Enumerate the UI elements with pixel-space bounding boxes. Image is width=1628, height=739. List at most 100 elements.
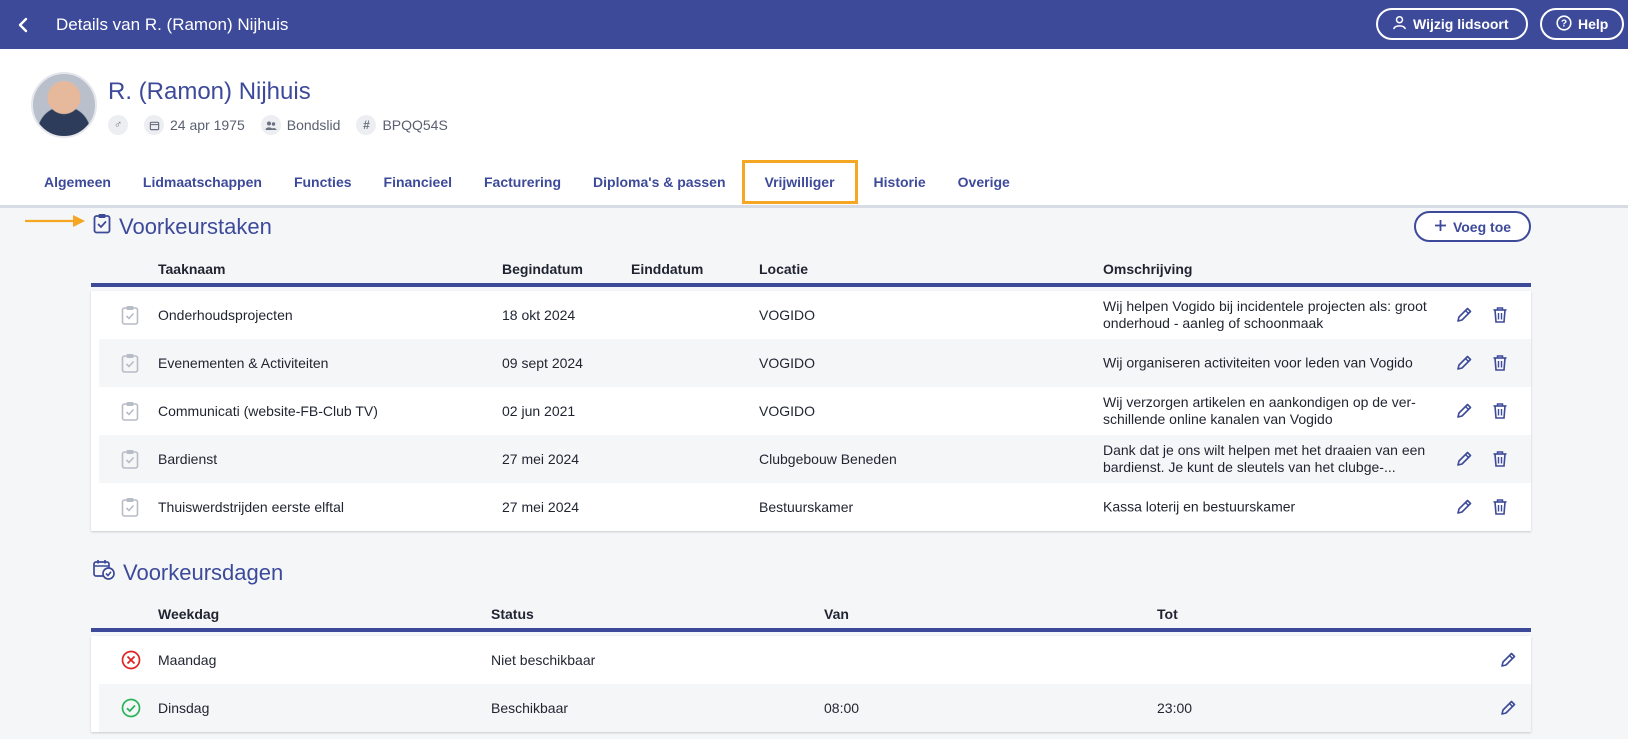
task-name: Bardienst	[158, 451, 218, 467]
clipboard-check-icon	[121, 353, 139, 373]
task-name: Onderhoudsprojecten	[158, 307, 293, 323]
check-circle-icon	[121, 698, 141, 718]
tab-bar: Algemeen Lidmaatschappen Functies Financ…	[28, 160, 1026, 206]
change-membership-button[interactable]: Wijzig lidsoort	[1376, 8, 1528, 40]
tab-financieel[interactable]: Financieel	[368, 162, 468, 202]
table-row: Thuiswerdstrijden eerste elftal 27 mei 20…	[91, 483, 1531, 531]
tasks-table: Onderhoudsprojecten 18 okt 2024 VOGIDO Wij …	[91, 291, 1531, 531]
delete-trash-icon[interactable]	[1490, 497, 1510, 517]
tab-facturering[interactable]: Facturering	[468, 162, 577, 202]
task-name: Thuiswerdstrijden eerste elftal	[158, 499, 344, 515]
col-taaknaam: Taaknaam	[158, 261, 226, 277]
task-description: Kassa loterij en bestuurskamer	[1103, 498, 1296, 515]
annotation-arrow-icon	[25, 215, 85, 227]
delete-trash-icon[interactable]	[1490, 449, 1510, 469]
clipboard-check-icon	[121, 305, 139, 325]
gender: ♂	[108, 115, 128, 135]
task-name: Evenementen & Activiteiten	[158, 355, 329, 371]
delete-trash-icon[interactable]	[1490, 401, 1510, 421]
task-name: Communicati (website-FB-Club TV)	[158, 403, 378, 419]
day-status: Niet beschikbaar	[491, 652, 596, 668]
days-section-title: Voorkeursdagen	[93, 559, 283, 586]
edit-pencil-icon[interactable]	[1454, 353, 1474, 373]
task-start-date: 27 mei 2024	[502, 451, 580, 467]
task-location: Bestuurskamer	[759, 499, 854, 515]
col-omschrijving: Omschrijving	[1103, 261, 1193, 277]
tab-overige[interactable]: Overige	[942, 162, 1026, 202]
membership-value: Bondslid	[286, 117, 341, 133]
task-description: Wij helpen Vogido bij incidentele projec…	[1103, 298, 1427, 331]
clipboard-check-icon	[121, 401, 139, 421]
plus-icon	[1434, 219, 1447, 235]
day-weekday: Dinsdag	[158, 700, 210, 716]
day-weekday: Maandag	[158, 652, 217, 668]
tab-lidmaatschappen[interactable]: Lidmaatschappen	[127, 162, 278, 202]
edit-pencil-icon[interactable]	[1454, 305, 1474, 325]
change-membership-label: Wijzig lidsoort	[1413, 16, 1509, 32]
col-locatie: Locatie	[759, 261, 809, 277]
tasks-table-header: Taaknaam Begindatum Einddatum Locatie Om…	[91, 249, 1531, 287]
task-description: Wij organiseren activiteiten voor leden …	[1103, 354, 1413, 371]
calendar-icon	[144, 115, 164, 135]
calendar-check-icon	[93, 559, 115, 586]
col-begindatum: Begindatum	[502, 261, 583, 277]
edit-pencil-icon[interactable]	[1454, 401, 1474, 421]
edit-pencil-icon[interactable]	[1454, 497, 1474, 517]
days-title: Voorkeursdagen	[123, 559, 284, 585]
page-title: Details van R. (Ramon) Nijhuis	[56, 14, 289, 34]
member-code-value: BPQQ54S	[382, 117, 448, 133]
profile-name: R. (Ramon) Nijhuis	[108, 78, 311, 105]
table-row: Maandag Niet beschikbaar	[91, 636, 1531, 684]
tab-diplomas-passen[interactable]: Diploma's & passen	[577, 162, 741, 202]
edit-pencil-icon[interactable]	[1498, 698, 1518, 718]
edit-pencil-icon[interactable]	[1454, 449, 1474, 469]
avatar	[31, 72, 97, 138]
table-row: Onderhoudsprojecten 18 okt 2024 VOGIDO Wij …	[91, 291, 1531, 339]
edit-pencil-icon[interactable]	[1498, 650, 1518, 670]
tasks-title: Voorkeurstaken	[119, 213, 272, 239]
col-van: Van	[824, 606, 849, 622]
day-from: 08:00	[824, 700, 860, 716]
task-location: VOGIDO	[759, 307, 816, 323]
member-code: # BPQQ54S	[356, 115, 448, 135]
task-start-date: 18 okt 2024	[502, 307, 576, 323]
task-start-date: 27 mei 2024	[502, 499, 580, 515]
task-start-date: 09 sept 2024	[502, 355, 583, 371]
top-bar: Details van R. (Ramon) Nijhuis Wijzig li…	[0, 0, 1628, 49]
task-description: Wij verzorgen artikelen en aankondigen o…	[1103, 394, 1416, 427]
back-arrow-icon[interactable]	[14, 16, 32, 34]
tasks-section-title: Voorkeurstaken	[93, 213, 272, 240]
delete-trash-icon[interactable]	[1490, 353, 1510, 373]
days-table: Maandag Niet beschikbaar Dinsdag Beschikbaa…	[91, 636, 1531, 732]
task-location: VOGIDO	[759, 355, 816, 371]
user-icon	[1392, 15, 1407, 33]
membership-type: Bondslid	[260, 115, 341, 135]
group-icon	[260, 115, 281, 135]
task-start-date: 02 jun 2021	[502, 403, 576, 419]
col-status: Status	[491, 606, 534, 622]
col-einddatum: Einddatum	[631, 261, 704, 277]
tab-vrijwilliger[interactable]: Vrijwilliger	[741, 160, 858, 204]
tab-historie[interactable]: Historie	[858, 162, 942, 202]
delete-trash-icon[interactable]	[1490, 305, 1510, 325]
svg-text:?: ?	[1561, 18, 1567, 29]
profile-meta: ♂ 24 apr 1975 Bondslid # BPQQ54S	[108, 115, 448, 135]
task-description: Dank dat je ons wilt helpen met het draa…	[1103, 442, 1426, 475]
help-button[interactable]: ? Help	[1540, 8, 1624, 40]
birthdate-value: 24 apr 1975	[170, 117, 245, 133]
birthdate: 24 apr 1975	[144, 115, 245, 135]
task-location: VOGIDO	[759, 403, 816, 419]
add-task-button[interactable]: Voeg toe	[1414, 211, 1531, 242]
clipboard-check-icon	[121, 497, 139, 517]
tab-algemeen[interactable]: Algemeen	[28, 162, 127, 202]
table-row: Communicati (website-FB-Club TV) 02 jun 2…	[91, 387, 1531, 435]
gender-icon: ♂	[108, 115, 128, 135]
table-row: Dinsdag Beschikbaar 08:00 23:00	[91, 684, 1531, 732]
help-label: Help	[1578, 16, 1609, 32]
table-row: Evenementen & Activiteiten 09 sept 2024 VO…	[91, 339, 1531, 387]
x-circle-icon	[121, 650, 141, 670]
clipboard-check-icon	[121, 449, 139, 469]
tab-functies[interactable]: Functies	[278, 162, 368, 202]
col-weekdag: Weekdag	[158, 606, 220, 622]
days-table-header: Weekdag Status Van Tot	[91, 594, 1531, 632]
